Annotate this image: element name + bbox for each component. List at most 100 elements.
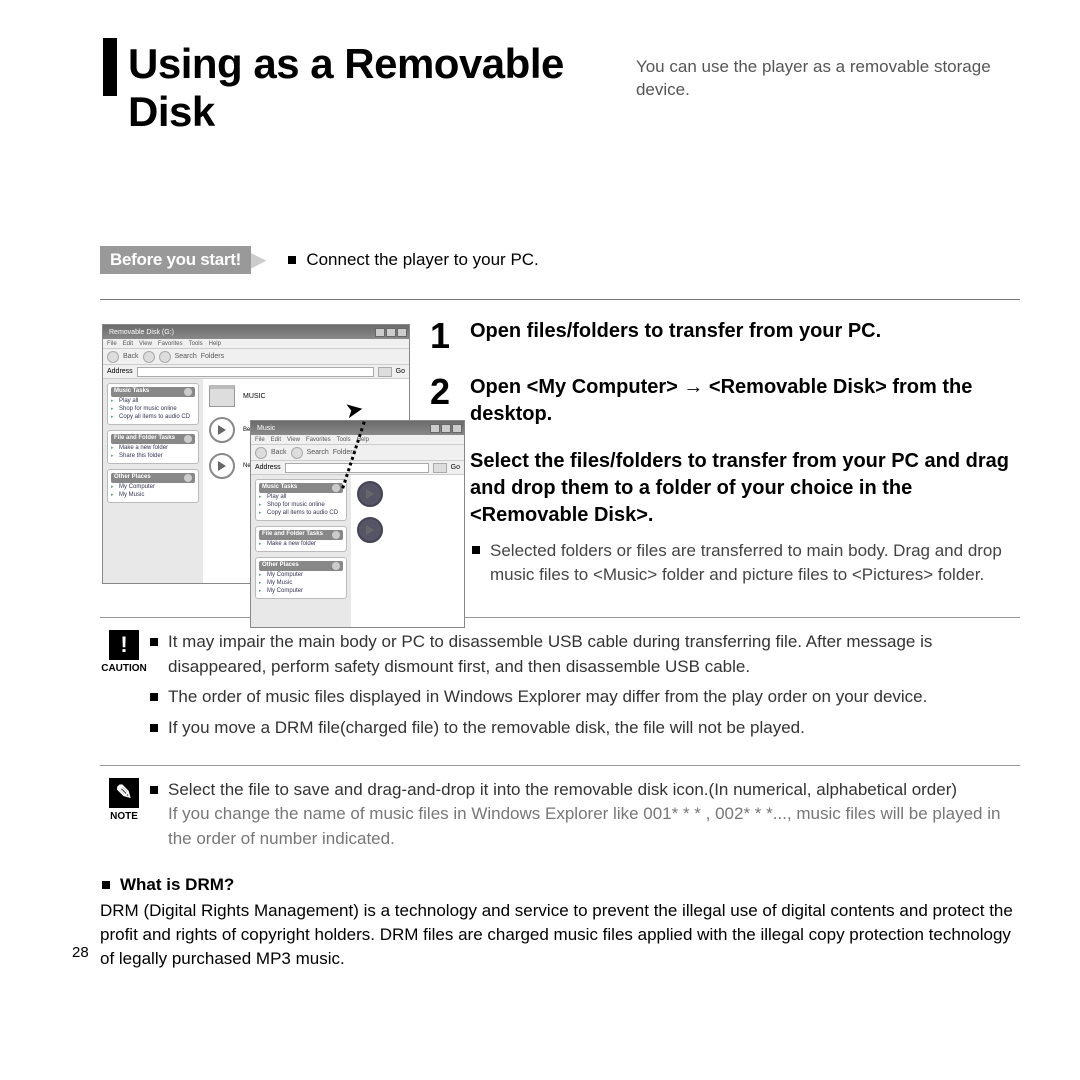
folder-icon — [209, 385, 235, 407]
caution-icon: ! — [109, 630, 139, 660]
before-you-start-badge: Before you start! — [100, 246, 251, 274]
task-item: Copy all items to audio CD — [259, 509, 343, 517]
file-label: MUSIC — [243, 393, 266, 400]
collapse-icon — [332, 531, 340, 539]
title-row: Using as a Removable Disk You can use th… — [128, 40, 1020, 136]
toolbar-search-label: Search — [175, 353, 197, 360]
go-label: Go — [451, 464, 460, 471]
collapse-icon — [332, 484, 340, 492]
panel-title: Music Tasks — [262, 484, 297, 492]
toolbar-back-label: Back — [123, 353, 139, 360]
divider — [100, 765, 1020, 766]
page-title: Using as a Removable Disk — [128, 40, 624, 136]
back-icon — [255, 447, 267, 459]
section-tab — [103, 38, 117, 96]
page-number: 28 — [72, 944, 89, 961]
note-icon: ✎ — [109, 778, 139, 808]
panel-title: Other Places — [114, 474, 151, 482]
step-1: 1 Open files/folders to transfer from yo… — [430, 318, 1020, 354]
caution-item: It may impair the main body or PC to dis… — [148, 630, 1020, 679]
menu-item: Favorites — [306, 437, 331, 443]
maximize-icon — [441, 424, 451, 433]
step-text: Open <My Computer> → <Removable Disk> fr… — [470, 374, 1020, 428]
step-3: 3 Select the files/folders to transfer f… — [430, 448, 1020, 587]
drm-section: What is DRM? DRM (Digital Rights Managem… — [100, 875, 1020, 970]
music-file-icon — [357, 481, 383, 507]
divider — [100, 617, 1020, 618]
step-subtext: Selected folders or files are transferre… — [470, 539, 1020, 587]
note-item: Select the file to save and drag-and-dro… — [148, 778, 1020, 852]
toolbar-back-label: Back — [271, 449, 287, 456]
collapse-icon — [184, 474, 192, 482]
step-number: 1 — [430, 318, 456, 354]
note-block: ✎ NOTE Select the file to save and drag-… — [100, 778, 1020, 858]
minimize-icon — [430, 424, 440, 433]
menu-item: File — [107, 341, 117, 347]
menu-item: Edit — [123, 341, 133, 347]
note-label: NOTE — [110, 811, 138, 822]
task-item: Play all — [259, 493, 343, 501]
caution-block: ! CAUTION It may impair the main body or… — [100, 630, 1020, 747]
page-subtitle: You can use the player as a removable st… — [636, 56, 1020, 102]
collapse-icon — [332, 562, 340, 570]
toolbar-folders-label: Folders — [201, 353, 224, 360]
go-button — [378, 367, 392, 377]
go-label: Go — [396, 368, 405, 375]
task-item: My Computer — [259, 571, 343, 579]
drm-heading: What is DRM? — [100, 875, 1020, 895]
back-icon — [107, 351, 119, 363]
music-file-icon — [357, 517, 383, 543]
task-item: Make a new folder — [259, 540, 343, 548]
caution-item: If you move a DRM file(charged file) to … — [148, 716, 1020, 741]
collapse-icon — [184, 388, 192, 396]
close-icon — [397, 328, 407, 337]
menu-item: View — [139, 341, 152, 347]
up-icon — [159, 351, 171, 363]
menu-item: View — [287, 437, 300, 443]
panel-title: File and Folder Tasks — [262, 531, 323, 539]
task-item: Shop for music online — [259, 501, 343, 509]
menu-item: Favorites — [158, 341, 183, 347]
menu-item: Tools — [337, 437, 351, 443]
step-text: Open files/folders to transfer from your… — [470, 318, 881, 354]
address-field — [285, 463, 429, 473]
divider — [100, 299, 1020, 300]
before-you-start-text: Connect the player to your PC. — [306, 250, 538, 270]
step-text: Select the files/folders to transfer fro… — [470, 448, 1020, 529]
task-item: Shop for music online — [111, 405, 195, 413]
window-music-folder: Music File Edit View Favorites Tools Hel… — [250, 420, 465, 628]
drm-body: DRM (Digital Rights Management) is a tec… — [100, 899, 1020, 970]
menu-item: Tools — [189, 341, 203, 347]
step-2: 2 Open <My Computer> → <Removable Disk> … — [430, 374, 1020, 428]
menu-item: Help — [209, 341, 221, 347]
task-item: Copy all items to audio CD — [111, 413, 195, 421]
minimize-icon — [375, 328, 385, 337]
panel-title: Other Places — [262, 562, 299, 570]
task-item: Share this folder — [111, 452, 195, 460]
panel-title: File and Folder Tasks — [114, 435, 175, 443]
address-label: Address — [255, 464, 281, 471]
address-field — [137, 367, 374, 377]
chevron-right-icon: ▶ — [251, 250, 266, 270]
play-icon — [209, 453, 235, 479]
task-item: My Computer — [259, 587, 343, 595]
caution-item: The order of music files displayed in Wi… — [148, 685, 1020, 710]
note-line: If you change the name of music files in… — [168, 802, 1020, 851]
task-item: My Music — [111, 491, 195, 499]
forward-icon — [143, 351, 155, 363]
address-label: Address — [107, 368, 133, 375]
collapse-icon — [184, 435, 192, 443]
window-title: Music — [253, 425, 275, 432]
panel-title: Music Tasks — [114, 388, 149, 396]
window-title: Removable Disk (G:) — [105, 329, 174, 336]
play-icon — [209, 417, 235, 443]
bullet-icon — [288, 256, 296, 264]
before-you-start-row: Before you start! ▶ Connect the player t… — [100, 246, 1020, 274]
task-item: My Music — [259, 579, 343, 587]
close-icon — [452, 424, 462, 433]
go-button — [433, 463, 447, 473]
menu-item: File — [255, 437, 265, 443]
steps-list: 1 Open files/folders to transfer from yo… — [430, 318, 1020, 607]
task-item: Play all — [111, 397, 195, 405]
forward-icon — [291, 447, 303, 459]
